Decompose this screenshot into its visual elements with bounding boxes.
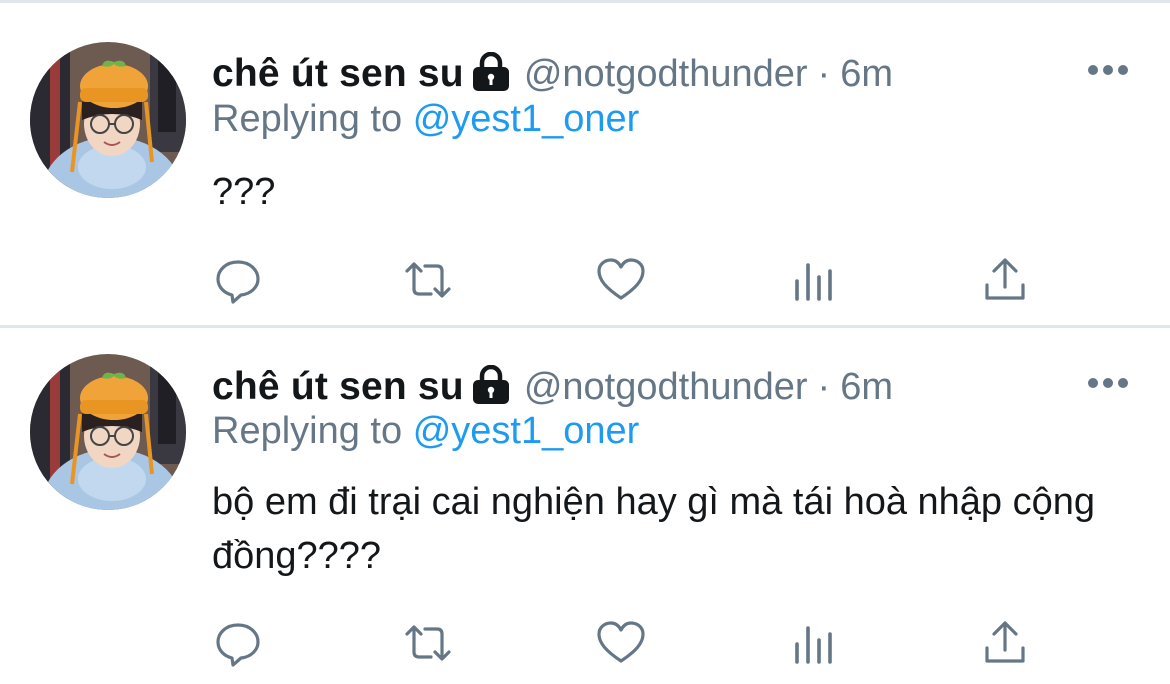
tweet-actions xyxy=(0,255,1170,305)
display-name[interactable]: chê út sen su xyxy=(212,52,464,96)
share-icon[interactable] xyxy=(980,255,1030,305)
handle[interactable]: @notgodthunder xyxy=(524,53,808,96)
replying-to: Replying to @yest1_oner xyxy=(212,410,639,453)
tweet-2[interactable]: chê út sen su @notgodthunder · 6m Replyi… xyxy=(0,328,1170,684)
avatar[interactable] xyxy=(30,354,186,510)
replying-mention[interactable]: @yest1_oner xyxy=(413,410,640,452)
separator-dot: · xyxy=(817,52,831,95)
replying-prefix: Replying to xyxy=(212,98,403,140)
analytics-icon[interactable] xyxy=(789,255,839,305)
like-icon[interactable] xyxy=(596,255,646,305)
share-icon[interactable] xyxy=(980,618,1030,668)
handle[interactable]: @notgodthunder xyxy=(524,366,808,409)
lock-icon xyxy=(470,364,512,405)
tweet-actions xyxy=(0,618,1170,668)
like-icon[interactable] xyxy=(596,618,646,668)
tweet-text: bộ em đi trại cai nghiện hay gì mà tái h… xyxy=(212,481,1096,577)
tweet-text: ??? xyxy=(212,171,276,213)
more-icon[interactable] xyxy=(1086,376,1130,390)
reply-icon[interactable] xyxy=(213,255,263,305)
reply-icon[interactable] xyxy=(213,618,263,668)
separator-dot: · xyxy=(817,365,831,408)
analytics-icon[interactable] xyxy=(789,618,839,668)
tweet-header: chê út sen su @notgodthunder · 6m xyxy=(212,44,893,104)
replying-prefix: Replying to xyxy=(212,410,403,452)
timestamp[interactable]: 6m xyxy=(840,366,893,409)
more-icon[interactable] xyxy=(1086,63,1130,77)
timestamp[interactable]: 6m xyxy=(840,53,893,96)
retweet-icon[interactable] xyxy=(403,618,453,668)
retweet-icon[interactable] xyxy=(403,255,453,305)
lock-icon xyxy=(470,51,512,92)
tweet-1[interactable]: chê út sen su @notgodthunder · 6m Replyi… xyxy=(0,0,1170,325)
avatar[interactable] xyxy=(30,42,186,198)
display-name[interactable]: chê út sen su xyxy=(212,365,464,409)
replying-to: Replying to @yest1_oner xyxy=(212,98,639,141)
replying-mention[interactable]: @yest1_oner xyxy=(413,98,640,140)
tweet-header: chê út sen su @notgodthunder · 6m xyxy=(212,357,893,417)
